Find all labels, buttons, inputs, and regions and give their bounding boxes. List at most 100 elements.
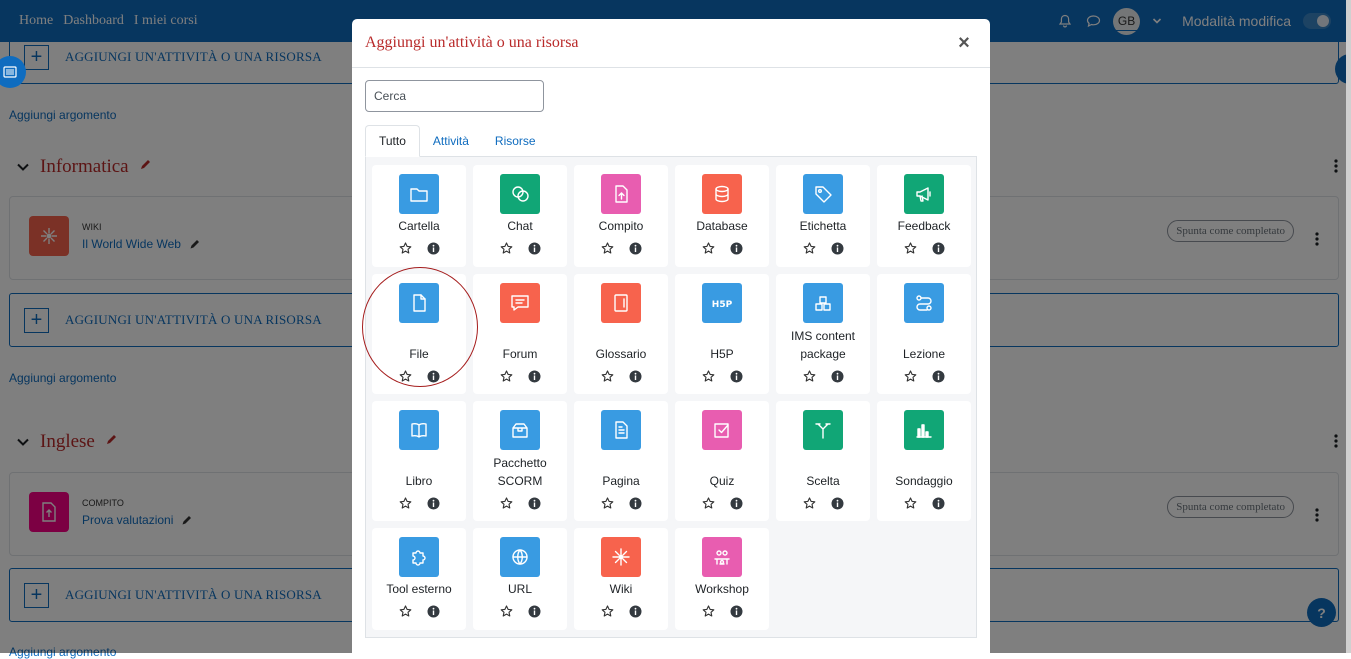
chooser-item-workshop[interactable]: Workshop <box>675 528 769 630</box>
star-icon[interactable] <box>499 604 513 618</box>
chooser-item-pagina[interactable]: Pagina <box>574 401 668 521</box>
chooser-item-actions <box>398 496 440 510</box>
info-icon[interactable] <box>426 604 440 618</box>
chooser-item-actions <box>398 369 440 383</box>
chooser-item-libro[interactable]: Libro <box>372 401 466 521</box>
star-icon[interactable] <box>701 496 715 510</box>
star-icon[interactable] <box>903 241 917 255</box>
chooser-tabs: Tutto Attività Risorse <box>365 125 977 157</box>
chooser-item-actions <box>802 496 844 510</box>
chooser-item-h5p[interactable]: H5P H5P <box>675 274 769 394</box>
chooser-item-compito[interactable]: Compito <box>574 165 668 267</box>
star-icon[interactable] <box>802 241 816 255</box>
star-icon[interactable] <box>499 241 513 255</box>
tab-activities[interactable]: Attività <box>420 125 482 157</box>
star-icon[interactable] <box>701 604 715 618</box>
star-icon[interactable] <box>398 241 412 255</box>
star-icon[interactable] <box>802 496 816 510</box>
info-icon[interactable] <box>628 496 642 510</box>
info-icon[interactable] <box>729 496 743 510</box>
info-icon[interactable] <box>830 369 844 383</box>
chooser-item-label: Scelta <box>806 474 840 488</box>
chooser-item-wiki[interactable]: Wiki <box>574 528 668 630</box>
chooser-item-label: Workshop <box>695 582 749 596</box>
tab-resources[interactable]: Risorse <box>482 125 549 157</box>
chooser-item-actions <box>600 241 642 255</box>
info-icon[interactable] <box>527 604 541 618</box>
chooser-item-feedback[interactable]: Feedback <box>877 165 971 267</box>
workshop-icon <box>702 537 742 577</box>
wiki-icon <box>601 537 641 577</box>
chooser-item-label: Database <box>696 219 748 233</box>
chooser-item-actions <box>701 369 743 383</box>
chooser-item-actions <box>499 369 541 383</box>
chooser-item-actions <box>903 496 945 510</box>
chooser-item-file[interactable]: File <box>372 274 466 394</box>
chooser-item-ims-content-package[interactable]: IMS content package <box>776 274 870 394</box>
chooser-item-label: IMS content package <box>790 329 856 361</box>
info-icon[interactable] <box>426 496 440 510</box>
page-scrollbar[interactable] <box>1346 0 1351 653</box>
info-icon[interactable] <box>931 241 945 255</box>
chooser-item-chat[interactable]: Chat <box>473 165 567 267</box>
star-icon[interactable] <box>600 604 614 618</box>
info-icon[interactable] <box>628 604 642 618</box>
star-icon[interactable] <box>701 241 715 255</box>
chooser-item-actions <box>903 369 945 383</box>
star-icon[interactable] <box>398 369 412 383</box>
chooser-item-label: Quiz <box>709 474 735 488</box>
info-icon[interactable] <box>628 241 642 255</box>
info-icon[interactable] <box>426 369 440 383</box>
chooser-item-scelta[interactable]: Scelta <box>776 401 870 521</box>
chooser-item-url[interactable]: URL <box>473 528 567 630</box>
star-icon[interactable] <box>499 496 513 510</box>
star-icon[interactable] <box>802 369 816 383</box>
chooser-item-sondaggio[interactable]: Sondaggio <box>877 401 971 521</box>
chooser-item-etichetta[interactable]: Etichetta <box>776 165 870 267</box>
chooser-item-glossario[interactable]: Glossario <box>574 274 668 394</box>
star-icon[interactable] <box>600 369 614 383</box>
star-icon[interactable] <box>600 241 614 255</box>
modal-header: Aggiungi un'attività o una risorsa × <box>352 19 990 68</box>
search-input[interactable] <box>365 80 544 112</box>
chooser-item-cartella[interactable]: Cartella <box>372 165 466 267</box>
star-icon[interactable] <box>398 496 412 510</box>
star-icon[interactable] <box>600 496 614 510</box>
chooser-item-label: Chat <box>507 219 533 233</box>
tab-all[interactable]: Tutto <box>365 125 420 157</box>
info-icon[interactable] <box>729 604 743 618</box>
info-icon[interactable] <box>830 496 844 510</box>
close-button[interactable]: × <box>954 33 974 53</box>
info-icon[interactable] <box>527 369 541 383</box>
star-icon[interactable] <box>903 369 917 383</box>
chooser-item-actions <box>499 241 541 255</box>
svg-text:H5P: H5P <box>712 300 733 310</box>
chooser-item-actions <box>600 604 642 618</box>
chooser-item-lezione[interactable]: Lezione <box>877 274 971 394</box>
chooser-item-actions <box>600 496 642 510</box>
info-icon[interactable] <box>527 496 541 510</box>
info-icon[interactable] <box>931 369 945 383</box>
info-icon[interactable] <box>931 496 945 510</box>
chooser-item-database[interactable]: Database <box>675 165 769 267</box>
chooser-item-pacchetto-scorm[interactable]: Pacchetto SCORM <box>473 401 567 521</box>
chooser-item-label: Lezione <box>902 347 946 361</box>
chooser-item-label: Pagina <box>602 474 640 488</box>
star-icon[interactable] <box>903 496 917 510</box>
info-icon[interactable] <box>426 241 440 255</box>
chooser-item-quiz[interactable]: Quiz <box>675 401 769 521</box>
star-icon[interactable] <box>499 369 513 383</box>
info-icon[interactable] <box>729 241 743 255</box>
quiz-icon <box>702 410 742 450</box>
info-icon[interactable] <box>527 241 541 255</box>
lesson-icon <box>904 283 944 323</box>
info-icon[interactable] <box>830 241 844 255</box>
star-icon[interactable] <box>398 604 412 618</box>
star-icon[interactable] <box>701 369 715 383</box>
info-icon[interactable] <box>628 369 642 383</box>
chooser-item-tool-esterno[interactable]: Tool esterno <box>372 528 466 630</box>
chooser-item-forum[interactable]: Forum <box>473 274 567 394</box>
scorm-icon <box>500 410 540 450</box>
info-icon[interactable] <box>729 369 743 383</box>
chooser-item-actions <box>701 604 743 618</box>
